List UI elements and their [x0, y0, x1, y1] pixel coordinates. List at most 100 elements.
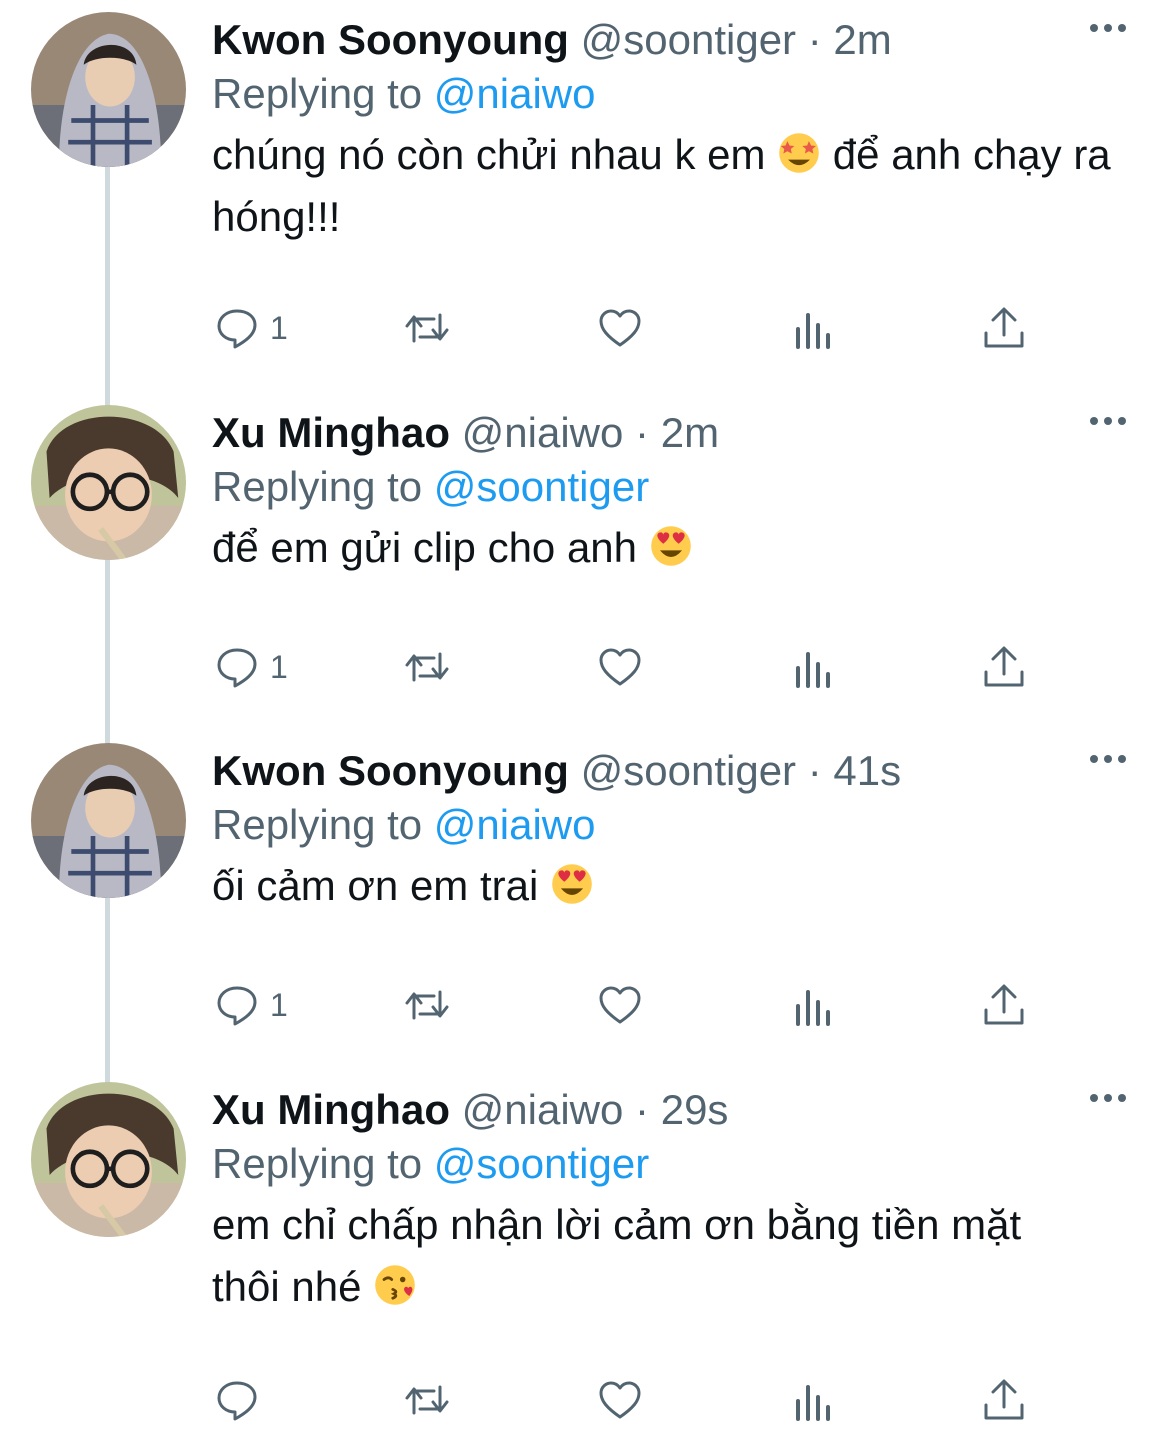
- tweet-header: Xu Minghao @niaiwo · 29s: [212, 1084, 728, 1136]
- replying-to-label: Replying to: [212, 1140, 423, 1187]
- retweet-icon: [405, 990, 449, 1020]
- more-options-icon[interactable]: [1086, 18, 1130, 38]
- thread-line: [105, 167, 110, 407]
- retweet-button[interactable]: [404, 1370, 450, 1430]
- analytics-icon: [796, 652, 830, 688]
- replying-to: Replying to @niaiwo: [212, 799, 596, 851]
- user-handle[interactable]: @niaiwo: [462, 409, 624, 456]
- replying-to: Replying to @niaiwo: [212, 68, 596, 120]
- retweet-button[interactable]: [404, 637, 450, 697]
- reply-thread: Kwon Soonyoung @soontiger · 2m Replying …: [0, 0, 1170, 1444]
- heart-icon: [599, 1381, 641, 1419]
- display-name[interactable]: Kwon Soonyoung: [212, 16, 569, 63]
- avatar[interactable]: [31, 1082, 186, 1237]
- share-icon: [984, 646, 1024, 687]
- timestamp[interactable]: 2m: [833, 16, 891, 63]
- tweet-text-part: để em gửi clip cho anh: [212, 524, 649, 571]
- like-button[interactable]: [597, 298, 643, 358]
- share-icon: [984, 984, 1024, 1025]
- tweet-actions: 1: [0, 298, 1170, 358]
- avatar[interactable]: [31, 405, 186, 560]
- tweet-header: Xu Minghao @niaiwo · 2m: [212, 407, 719, 459]
- tweet-actions: 1: [0, 637, 1170, 697]
- reply-button[interactable]: 1: [214, 975, 288, 1035]
- timestamp[interactable]: 41s: [833, 747, 901, 794]
- reply-icon: [217, 309, 257, 349]
- mention-link[interactable]: @niaiwo: [434, 70, 596, 117]
- separator-dot: ·: [807, 16, 822, 63]
- display-name[interactable]: Xu Minghao: [212, 1086, 450, 1133]
- replying-to-label: Replying to: [212, 801, 423, 848]
- more-options-icon[interactable]: [1086, 749, 1130, 769]
- avatar[interactable]: [31, 12, 186, 167]
- like-button[interactable]: [597, 975, 643, 1035]
- replying-to-label: Replying to: [212, 463, 423, 510]
- user-handle[interactable]: @soontiger: [581, 747, 796, 794]
- analytics-button[interactable]: [790, 298, 836, 358]
- analytics-icon: [796, 313, 830, 349]
- share-icon: [984, 1379, 1024, 1420]
- heart-icon: [599, 986, 641, 1024]
- reply-count: 1: [270, 986, 288, 1023]
- like-button[interactable]: [597, 637, 643, 697]
- display-name[interactable]: Kwon Soonyoung: [212, 747, 569, 794]
- heart-eyes-emoji: [649, 524, 693, 568]
- share-button[interactable]: [981, 1370, 1027, 1430]
- kissing-heart-emoji: [373, 1263, 417, 1307]
- reply-button[interactable]: 1: [214, 298, 288, 358]
- analytics-button[interactable]: [790, 637, 836, 697]
- retweet-icon: [405, 1385, 449, 1415]
- user-handle[interactable]: @niaiwo: [462, 1086, 624, 1133]
- share-button[interactable]: [981, 298, 1027, 358]
- replying-to: Replying to @soontiger: [212, 1138, 649, 1190]
- tweet-text: em chỉ chấp nhận lời cảm ơn bằng tiền mặ…: [212, 1194, 1072, 1318]
- analytics-button[interactable]: [790, 1370, 836, 1430]
- retweet-icon: [405, 313, 449, 343]
- analytics-icon: [796, 1385, 830, 1421]
- mention-link[interactable]: @niaiwo: [434, 801, 596, 848]
- tweet-text-part: ối cảm ơn em trai: [212, 862, 550, 909]
- tweet-header: Kwon Soonyoung @soontiger · 41s: [212, 745, 901, 797]
- share-icon: [984, 307, 1024, 348]
- tweet-text-part: chúng nó còn chửi nhau k em: [212, 131, 778, 178]
- timestamp[interactable]: 29s: [661, 1086, 729, 1133]
- display-name[interactable]: Xu Minghao: [212, 409, 450, 456]
- like-button[interactable]: [597, 1370, 643, 1430]
- retweet-button[interactable]: [404, 298, 450, 358]
- reply-count: 1: [270, 309, 288, 346]
- tweet-text: để em gửi clip cho anh: [212, 517, 1112, 579]
- retweet-button[interactable]: [404, 975, 450, 1035]
- tweet-text-part: em chỉ chấp nhận lời cảm ơn bằng tiền mặ…: [212, 1201, 1022, 1310]
- share-button[interactable]: [981, 637, 1027, 697]
- tweet-actions: [0, 1370, 1170, 1430]
- separator-dot: ·: [635, 409, 650, 456]
- heart-icon: [599, 309, 641, 347]
- replying-to-label: Replying to: [212, 70, 423, 117]
- heart-eyes-emoji: [550, 862, 594, 906]
- retweet-icon: [405, 652, 449, 682]
- tweet-text: ối cảm ơn em trai: [212, 855, 1112, 917]
- tweet-text: chúng nó còn chửi nhau k em để anh chạy …: [212, 124, 1112, 248]
- mention-link[interactable]: @soontiger: [434, 1140, 649, 1187]
- tweet-header: Kwon Soonyoung @soontiger · 2m: [212, 14, 892, 66]
- more-options-icon[interactable]: [1086, 411, 1130, 431]
- star-struck-emoji: [777, 131, 821, 175]
- mention-link[interactable]: @soontiger: [434, 463, 649, 510]
- reply-icon: [217, 648, 257, 688]
- reply-icon: [217, 986, 257, 1026]
- more-options-icon[interactable]: [1086, 1088, 1130, 1108]
- replying-to: Replying to @soontiger: [212, 461, 649, 513]
- user-handle[interactable]: @soontiger: [581, 16, 796, 63]
- reply-button[interactable]: [214, 1370, 270, 1430]
- timestamp[interactable]: 2m: [661, 409, 719, 456]
- reply-button[interactable]: 1: [214, 637, 288, 697]
- avatar[interactable]: [31, 743, 186, 898]
- analytics-icon: [796, 990, 830, 1026]
- analytics-button[interactable]: [790, 975, 836, 1035]
- separator-dot: ·: [807, 747, 822, 794]
- share-button[interactable]: [981, 975, 1027, 1035]
- reply-count: 1: [270, 648, 288, 685]
- heart-icon: [599, 648, 641, 686]
- tweet-actions: 1: [0, 975, 1170, 1035]
- reply-icon: [217, 1381, 257, 1421]
